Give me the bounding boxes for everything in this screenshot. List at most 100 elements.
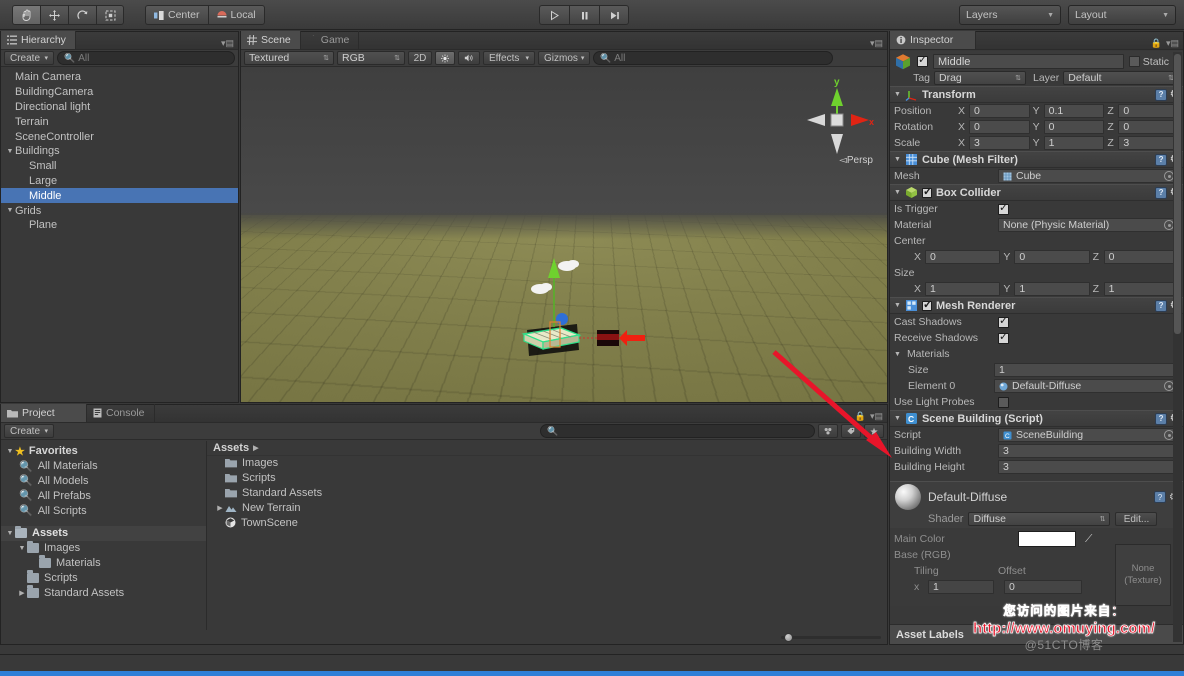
tab-game[interactable]: Game	[301, 31, 360, 49]
component-header-scene-building[interactable]: ▼ C Scene Building (Script) ? ⚙	[890, 410, 1183, 427]
hand-tool-button[interactable]	[12, 5, 40, 25]
foldout-icon[interactable]: ▶	[215, 504, 225, 512]
favorite-item-all-models[interactable]: 🔍 All Models	[1, 474, 206, 489]
eyedropper-icon[interactable]: ⟋	[1085, 533, 1092, 546]
layout-dropdown[interactable]: Layout ▼	[1068, 5, 1176, 25]
asset-labels-bar[interactable]: Asset Labels	[890, 624, 1183, 644]
favorite-item-all-scripts[interactable]: 🔍 All Scripts	[1, 503, 206, 518]
hierarchy-item-large[interactable]: Large	[1, 174, 238, 189]
transform-position-y[interactable]: Y 0.1	[1033, 104, 1105, 118]
scene-audio-toggle[interactable]	[458, 51, 480, 65]
hierarchy-item-scenecontroller[interactable]: SceneController	[1, 129, 238, 144]
mesh-renderer-enabled-checkbox[interactable]	[921, 299, 932, 312]
inspector-tab-options[interactable]: 🔒 ▾▤	[1151, 38, 1183, 49]
size-z[interactable]: Z1	[1093, 282, 1179, 296]
foldout-icon[interactable]: ▼	[5, 448, 15, 455]
transform-rotation-y[interactable]: Y0	[1033, 120, 1105, 134]
hierarchy-item-buildingcamera[interactable]: BuildingCamera	[1, 85, 238, 100]
layer-dropdown[interactable]: Default ⇅	[1063, 71, 1179, 85]
box-collider-enabled-checkbox[interactable]	[921, 186, 932, 199]
physic-material-field[interactable]: None (Physic Material)	[998, 218, 1179, 232]
foldout-icon[interactable]: ▼	[894, 351, 901, 358]
materials-foldout-row[interactable]: ▼ Materials	[890, 346, 1183, 362]
offset-x-value[interactable]: 0	[1004, 580, 1082, 594]
scene-projection-label[interactable]: ◅Persp	[839, 155, 873, 166]
filter-favorites-button[interactable]	[864, 424, 884, 438]
pivot-mode-button[interactable]: Center	[145, 5, 208, 25]
move-tool-button[interactable]	[40, 5, 68, 25]
shader-edit-button[interactable]: Edit...	[1115, 512, 1158, 526]
toggle-2d-button[interactable]: 2D	[408, 51, 432, 65]
panel-menu-icon[interactable]: ▾▤	[1166, 38, 1179, 49]
pause-button[interactable]	[569, 5, 599, 25]
receive-shadows-checkbox[interactable]	[998, 331, 1009, 344]
light-probes-checkbox[interactable]	[998, 396, 1009, 408]
center-z[interactable]: Z0	[1093, 250, 1179, 264]
help-icon[interactable]: ?	[1155, 186, 1168, 199]
effects-dropdown[interactable]: Effects ▾	[483, 51, 535, 65]
project-tree-item-materials[interactable]: Materials	[1, 555, 206, 571]
inspector-scrollbar[interactable]	[1173, 52, 1182, 642]
foldout-icon[interactable]: ▼	[17, 545, 27, 552]
component-header-box-collider[interactable]: ▼ Box Collider ? ⚙	[890, 184, 1183, 201]
object-enabled-checkbox[interactable]	[917, 54, 928, 67]
foldout-icon[interactable]: ▶	[17, 589, 27, 597]
panel-menu-icon[interactable]: ▾▤	[221, 38, 234, 49]
transform-position-x[interactable]: X0	[958, 104, 1030, 118]
filter-by-label-button[interactable]	[841, 424, 861, 438]
project-tree-item-scripts[interactable]: Scripts	[1, 570, 206, 585]
building-height-value[interactable]: 3	[998, 460, 1179, 474]
panel-menu-icon[interactable]: ▾▤	[870, 411, 883, 422]
scene-tab-options[interactable]: ▾▤	[870, 38, 887, 49]
building-width-value[interactable]: 3	[998, 444, 1179, 458]
hierarchy-item-small[interactable]: Small	[1, 159, 238, 174]
color-mode-dropdown[interactable]: RGB ⇅	[337, 51, 405, 65]
hierarchy-item-main-camera[interactable]: Main Camera	[1, 70, 238, 85]
transform-position-z[interactable]: Z0	[1107, 104, 1180, 118]
component-header-mesh-filter[interactable]: ▼ Cube (Mesh Filter) ? ⚙	[890, 151, 1183, 168]
asset-item-new-terrain[interactable]: ▶ New Terrain	[207, 500, 887, 515]
asset-item-townscene[interactable]: TownScene	[207, 515, 887, 530]
size-y[interactable]: Y1	[1003, 282, 1090, 296]
lock-icon[interactable]: 🔒	[1151, 38, 1162, 49]
favorites-root[interactable]: ▼ ★ Favorites	[1, 444, 206, 459]
favorite-item-all-prefabs[interactable]: 🔍 All Prefabs	[1, 488, 206, 503]
rotate-tool-button[interactable]	[68, 5, 96, 25]
center-x[interactable]: X0	[914, 250, 1001, 264]
tab-project[interactable]: Project	[1, 404, 87, 422]
foldout-icon[interactable]: ▼	[5, 148, 15, 155]
hierarchy-item-terrain[interactable]: Terrain	[1, 114, 238, 129]
project-create-button[interactable]: Create ▾	[4, 424, 54, 438]
help-icon[interactable]: ?	[1155, 412, 1168, 425]
play-button[interactable]	[539, 5, 569, 25]
scale-tool-button[interactable]	[96, 5, 124, 25]
shader-dropdown[interactable]: Diffuse ⇅	[968, 512, 1111, 526]
foldout-icon[interactable]: ▼	[894, 91, 901, 98]
is-trigger-checkbox[interactable]	[998, 202, 1009, 215]
scrollbar-thumb[interactable]	[1174, 54, 1181, 334]
object-name-field[interactable]: Middle	[933, 54, 1124, 69]
foldout-icon[interactable]: ▼	[894, 156, 901, 163]
script-field[interactable]: C SceneBuilding	[998, 428, 1179, 442]
component-header-transform[interactable]: ▼ Transform ? ⚙	[890, 86, 1183, 103]
transform-rotation-z[interactable]: Z0	[1107, 120, 1180, 134]
foldout-icon[interactable]: ▼	[894, 415, 901, 422]
transform-scale-x[interactable]: X3	[958, 136, 1030, 150]
transform-rotation-x[interactable]: X0	[958, 120, 1030, 134]
static-checkbox[interactable]	[1128, 56, 1140, 67]
draw-mode-dropdown[interactable]: Textured ⇅	[244, 51, 334, 65]
slider-knob[interactable]	[784, 633, 793, 642]
asset-item-images[interactable]: Images	[207, 456, 887, 471]
scene-viewport[interactable]: y x ◅Persp	[241, 67, 887, 402]
transform-scale-y[interactable]: Y1	[1033, 136, 1105, 150]
tab-console[interactable]: Console	[87, 404, 155, 422]
assets-root-row[interactable]: ▼ Assets	[1, 525, 206, 541]
foldout-icon[interactable]: ▼	[5, 530, 15, 537]
asset-item-standard-assets[interactable]: Standard Assets	[207, 486, 887, 501]
component-header-mesh-renderer[interactable]: ▼ Mesh Renderer ? ⚙	[890, 297, 1183, 314]
help-icon[interactable]: ?	[1155, 299, 1168, 312]
static-toggle[interactable]: Static ▼	[1128, 56, 1179, 68]
filter-by-type-button[interactable]	[818, 424, 838, 438]
project-search-input[interactable]: 🔍	[540, 424, 815, 438]
hierarchy-create-button[interactable]: Create ▾	[4, 51, 54, 65]
